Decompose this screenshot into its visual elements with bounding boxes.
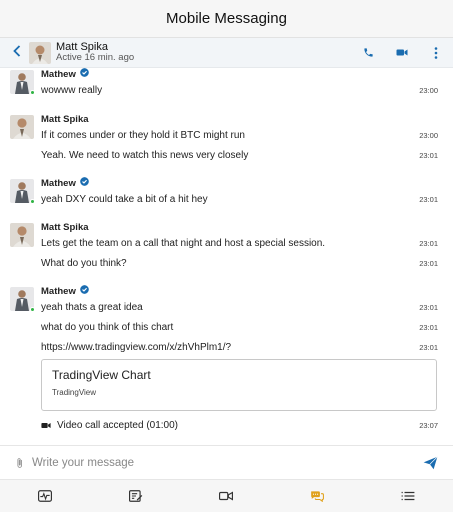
- message-time: 23:00: [419, 85, 438, 95]
- message-time: 23:01: [419, 322, 438, 332]
- sender-name[interactable]: Mathew: [41, 177, 438, 189]
- verified-badge-icon: [80, 68, 89, 80]
- video-call-button[interactable]: [385, 39, 419, 67]
- sender-name[interactable]: Matt Spika: [41, 113, 438, 125]
- call-event-text: Video call accepted (01:00): [57, 419, 179, 431]
- paperclip-icon: [16, 457, 22, 468]
- phone-icon: [363, 48, 373, 57]
- chat-bubbles-icon: [311, 491, 325, 502]
- bottom-nav: [0, 479, 453, 512]
- message-text: yeah DXY could take a bit of a hit hey: [41, 193, 208, 205]
- verified-badge-icon: [80, 285, 89, 297]
- voice-call-button[interactable]: [351, 39, 385, 67]
- back-button[interactable]: [6, 44, 28, 61]
- message-group: Mathew yeah DXY could take a bit of a hi…: [0, 177, 453, 209]
- message-text: wowww really: [41, 84, 103, 96]
- verified-badge-icon: [80, 177, 89, 189]
- message-composer: [0, 445, 453, 479]
- online-indicator: [30, 90, 35, 95]
- app-title: Mobile Messaging: [166, 10, 287, 27]
- message-input[interactable]: [32, 456, 413, 469]
- call-event-row[interactable]: Video call accepted (01:00) 23:07: [41, 415, 438, 435]
- message-time: 23:01: [419, 302, 438, 312]
- more-options-button[interactable]: [419, 39, 453, 67]
- contact-avatar[interactable]: [29, 41, 51, 64]
- sender-name[interactable]: Matt Spika: [41, 221, 438, 233]
- link-preview-title: TradingView Chart: [52, 368, 151, 382]
- online-indicator: [30, 199, 35, 204]
- nav-video[interactable]: [181, 480, 272, 512]
- message-row[interactable]: wowww really 23:00: [41, 80, 438, 100]
- message-time: 23:01: [419, 150, 438, 160]
- message-time: 23:01: [419, 258, 438, 268]
- menu-list-icon: [401, 491, 415, 501]
- more-vertical-icon: [434, 46, 438, 59]
- send-button[interactable]: [413, 455, 447, 470]
- link-preview-card[interactable]: TradingView Chart TradingView: [41, 359, 437, 411]
- message-group: Matt Spika Lets get the team on a call t…: [0, 221, 453, 273]
- message-text: yeah thats a great idea: [41, 301, 143, 313]
- message-row[interactable]: If it comes under or they hold it BTC mi…: [41, 125, 438, 145]
- sender-name[interactable]: Mathew: [41, 68, 438, 80]
- sender-name[interactable]: Mathew: [41, 285, 438, 297]
- video-camera-icon: [41, 422, 51, 428]
- nav-messages[interactable]: [272, 480, 363, 512]
- message-group: Mathew wowww really 23:00: [0, 68, 453, 100]
- avatar[interactable]: [10, 223, 34, 247]
- message-row[interactable]: https://www.tradingview.com/x/zhVhPlm1/?…: [41, 337, 438, 357]
- chat-header: Matt Spika Active 16 min. ago: [0, 38, 453, 68]
- message-link[interactable]: https://www.tradingview.com/x/zhVhPlm1/?: [41, 342, 231, 353]
- send-icon: [423, 455, 438, 469]
- video-camera-icon: [219, 491, 234, 501]
- message-text: What do you think?: [41, 257, 127, 269]
- attach-button[interactable]: [6, 456, 32, 470]
- nav-menu[interactable]: [362, 480, 453, 512]
- message-row[interactable]: yeah thats a great idea 23:01: [41, 297, 438, 317]
- message-time: 23:01: [419, 238, 438, 248]
- app-bar: Mobile Messaging: [0, 0, 453, 38]
- link-preview-site: TradingView: [52, 388, 97, 397]
- message-time: 23:00: [419, 130, 438, 140]
- message-text: what do you think of this chart: [41, 321, 174, 333]
- message-time: 23:01: [419, 194, 438, 204]
- message-group: Matt Spika If it comes under or they hol…: [0, 113, 453, 165]
- message-row[interactable]: Yeah. We need to watch this news very cl…: [41, 145, 438, 165]
- video-camera-icon: [396, 49, 408, 56]
- chevron-left-icon: [13, 45, 21, 57]
- avatar[interactable]: [10, 115, 34, 139]
- message-text: Yeah. We need to watch this news very cl…: [41, 149, 249, 161]
- message-group: Mathew yeah thats a great idea 23:01 wha…: [0, 285, 453, 435]
- message-row[interactable]: yeah DXY could take a bit of a hit hey 2…: [41, 189, 438, 209]
- message-row[interactable]: Lets get the team on a call that night a…: [41, 233, 438, 253]
- online-indicator: [30, 307, 35, 312]
- contact-status: Active 16 min. ago: [56, 52, 135, 64]
- message-list[interactable]: Mathew wowww really 23:00 Matt Spika If …: [0, 68, 453, 444]
- message-time: 23:07: [419, 420, 438, 430]
- message-time: 23:01: [419, 342, 438, 352]
- activity-icon: [38, 490, 53, 502]
- nav-notes[interactable]: [91, 480, 182, 512]
- nav-activity[interactable]: [0, 480, 91, 512]
- edit-note-icon: [128, 490, 143, 502]
- message-row[interactable]: what do you think of this chart 23:01: [41, 317, 438, 337]
- message-row[interactable]: What do you think? 23:01: [41, 253, 438, 273]
- message-text: Lets get the team on a call that night a…: [41, 237, 326, 249]
- message-text: If it comes under or they hold it BTC mi…: [41, 129, 245, 141]
